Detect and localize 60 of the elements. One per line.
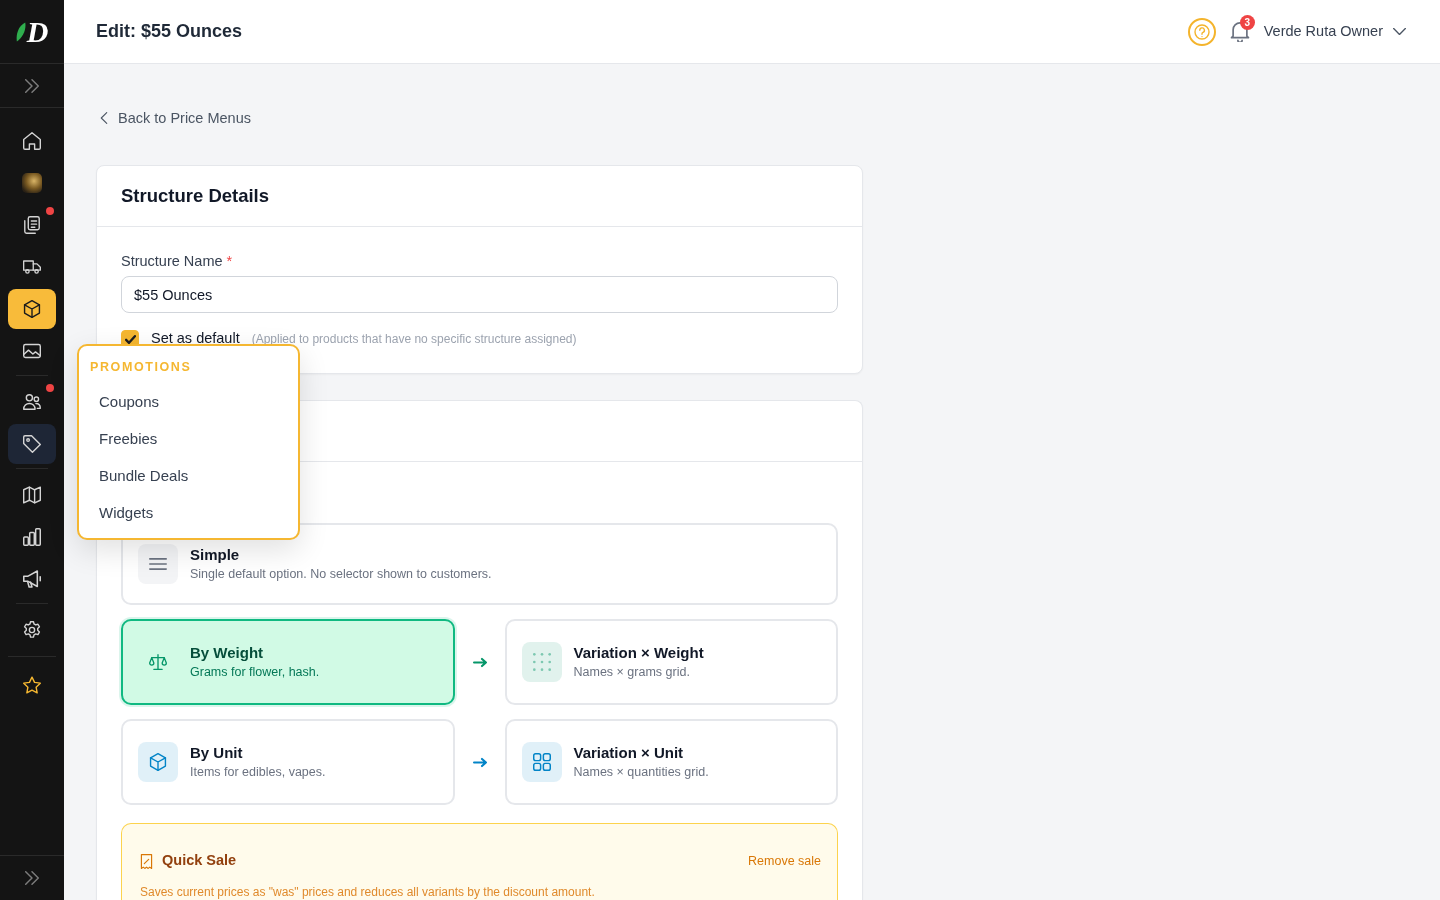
option-description: Single default option. No selector shown to customers. [190,566,492,583]
option-title: Simple [190,545,241,565]
option-title: Variation × Weight [573,643,704,663]
lines-icon [149,555,167,573]
double-chevron-icon [25,871,39,885]
scale-icon [149,653,167,671]
picture-icon [23,342,41,360]
receipt-icon [140,853,153,869]
expand-button[interactable] [25,871,39,885]
bar-chart-icon [23,528,41,546]
card-title: Structure Details [121,184,270,208]
expand-button[interactable] [25,78,39,93]
dot-grid-icon [532,653,551,671]
truck-icon [23,258,41,276]
map-icon [23,486,41,504]
option-title: By Weight [190,643,265,663]
back-link[interactable]: Back to Price Menus [100,108,251,128]
structure-option[interactable]: Variation × Unit Names × quantities grid. [504,719,838,805]
field-label: Structure Name * [121,252,234,271]
panel-title: Quick Sale [162,851,237,871]
panel-description: Saves current prices as "was" prices and reduces all variants by the discount amount. [140,884,596,900]
menu-heading: PROMOTIONS [89,359,193,376]
option-description: Items for edibles, vapes. [190,764,326,781]
star-icon [23,676,41,694]
settings-icon [23,621,41,639]
megaphone-icon [23,570,41,588]
photo-placeholder [22,173,42,193]
box-icon [149,753,167,771]
check-icon [124,334,136,344]
people-icon [23,393,41,411]
chevron-down-icon [1393,25,1406,38]
structure-option[interactable]: By Unit Items for edibles, vapes. [121,719,455,805]
user-menu-button[interactable]: Verde Ruta Owner [1263,20,1406,43]
logo-letter: D [26,16,49,47]
structure-option[interactable]: Simple Single default option. No selector shown to customers. [121,523,838,605]
hint-text: (Applied to products that have no specific structure assigned) [251,331,577,348]
checkbox-label: Set as default [151,329,240,349]
notification-badge: 3 [1239,14,1255,30]
double-chevron-icon [25,78,39,93]
structure-name-input[interactable]: $55 Ounces [121,276,838,313]
chevron-left-icon [100,112,108,124]
page-title: Edit: $55 Ounces [96,20,243,43]
menu-item[interactable]: Freebies [79,420,178,457]
nav-button[interactable] [8,424,56,464]
menu-item[interactable]: Bundle Deals [79,457,209,494]
menu-item[interactable]: Coupons [79,383,180,420]
tag-icon [23,435,41,453]
option-description: Grams for flower, hash. [190,664,320,681]
grid-icon [532,753,551,771]
box-icon [23,300,41,318]
structure-option[interactable]: By Weight Grams for flower, hash. [121,619,455,705]
option-title: Variation × Unit [573,743,685,763]
house-icon [23,132,41,150]
structure-option[interactable]: Variation × Weight Names × grams grid. [504,619,838,705]
option-description: Names × quantities grid. [573,764,709,781]
option-description: Names × grams grid. [573,664,691,681]
documents-icon [23,216,41,234]
nav-button[interactable] [8,289,56,329]
option-title: By Unit [190,743,244,763]
leaf-icon [15,21,26,42]
